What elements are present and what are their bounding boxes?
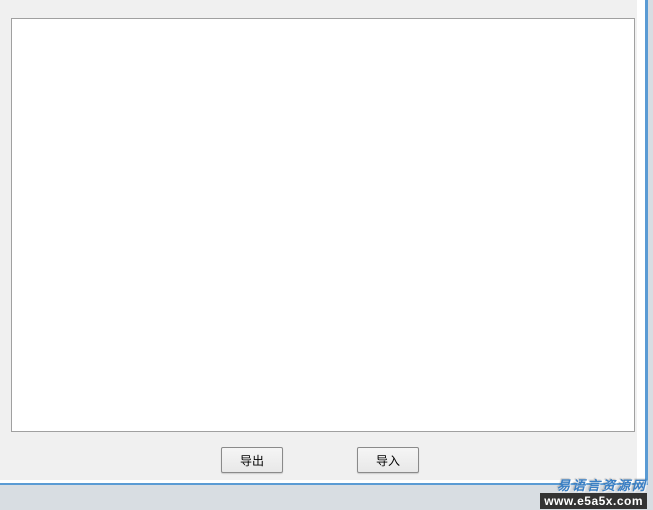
- button-row: 导出 导入: [0, 443, 640, 477]
- watermark-title: 易语言资源网: [540, 478, 647, 494]
- main-content-panel: [11, 18, 635, 432]
- window-frame: 导出 导入: [0, 0, 648, 485]
- export-button[interactable]: 导出: [221, 447, 283, 473]
- import-button[interactable]: 导入: [357, 447, 419, 473]
- window-client-area: 导出 导入: [0, 0, 637, 480]
- watermark-url: www.e5a5x.com: [540, 493, 647, 509]
- watermark: 易语言资源网 www.e5a5x.com: [540, 478, 647, 508]
